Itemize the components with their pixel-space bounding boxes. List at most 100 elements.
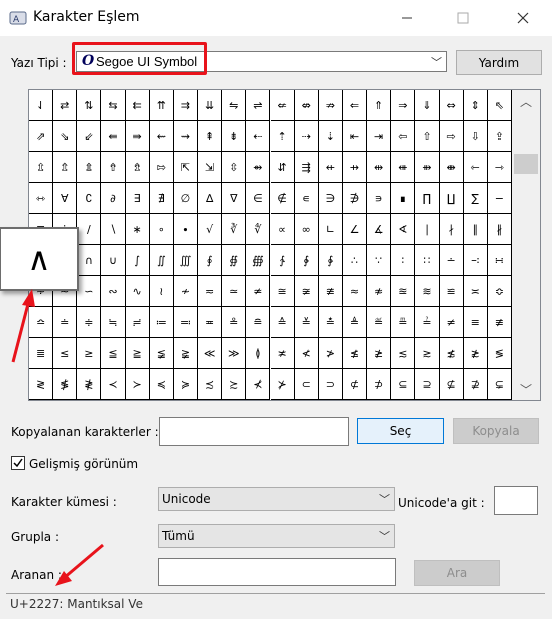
character-cell[interactable]: ≨ <box>149 338 174 369</box>
character-cell[interactable]: ⇌ <box>246 90 271 121</box>
help-button[interactable]: Yardım <box>456 50 542 75</box>
select-button[interactable]: Seç <box>357 418 444 444</box>
scroll-up-icon[interactable]: ︿ <box>512 90 540 112</box>
character-cell[interactable]: ∲ <box>294 245 319 276</box>
character-cell[interactable]: ∁ <box>77 183 102 214</box>
grid-scrollbar[interactable]: ︿ ﹀ <box>512 90 540 400</box>
character-cell[interactable]: ≸ <box>53 369 78 400</box>
character-cell[interactable]: ∦ <box>487 214 512 245</box>
character-cell[interactable]: ⊂ <box>294 369 319 400</box>
character-cell[interactable]: ⇧ <box>415 121 440 152</box>
character-cell[interactable]: ∛ <box>222 214 247 245</box>
character-cell[interactable]: ≘ <box>246 307 271 338</box>
character-cell[interactable]: ≑ <box>77 307 102 338</box>
character-cell[interactable]: ∫ <box>125 245 150 276</box>
character-cell[interactable]: ≪ <box>198 338 223 369</box>
character-cell[interactable]: ⇓ <box>415 90 440 121</box>
character-cell[interactable]: ∱ <box>270 245 295 276</box>
character-cell[interactable]: ⇇ <box>125 90 150 121</box>
character-cell[interactable]: ∢ <box>391 214 416 245</box>
character-cell[interactable]: ≳ <box>415 338 440 369</box>
character-cell[interactable]: ≎ <box>487 276 512 307</box>
character-cell[interactable]: ∉ <box>270 183 295 214</box>
copy-button[interactable]: Kopyala <box>453 418 539 444</box>
character-cell[interactable]: ⇫ <box>29 152 54 183</box>
character-cell[interactable]: ∖ <box>101 214 126 245</box>
search-button[interactable]: Ara <box>414 560 500 586</box>
character-cell[interactable]: ∃ <box>125 183 150 214</box>
character-cell[interactable]: ≚ <box>294 307 319 338</box>
character-cell[interactable]: ≛ <box>318 307 343 338</box>
character-cell[interactable]: ≱ <box>367 338 392 369</box>
character-cell[interactable]: ⇮ <box>101 152 126 183</box>
character-cell[interactable]: ⇖ <box>487 90 512 121</box>
character-cell[interactable]: ∘ <box>149 214 174 245</box>
character-cell[interactable]: ⇟ <box>222 121 247 152</box>
character-cell[interactable]: ∿ <box>125 276 150 307</box>
character-cell[interactable]: ∶ <box>391 245 416 276</box>
character-cell[interactable]: ≋ <box>415 276 440 307</box>
character-cell[interactable]: ⇯ <box>125 152 150 183</box>
character-cell[interactable]: ≻ <box>125 369 150 400</box>
character-cell[interactable]: ≠ <box>439 307 464 338</box>
character-cell[interactable]: ≰ <box>342 338 368 369</box>
character-cell[interactable]: ⇾ <box>487 152 512 183</box>
character-cell[interactable]: ⇻ <box>415 152 440 183</box>
character-cell[interactable]: ∕ <box>77 214 102 245</box>
character-cell[interactable]: ⊈ <box>439 369 464 400</box>
scroll-thumb[interactable] <box>514 154 538 174</box>
character-cell[interactable]: ⇹ <box>367 152 392 183</box>
character-cell[interactable]: ⇠ <box>246 121 271 152</box>
character-cell[interactable]: ≶ <box>487 338 512 369</box>
character-cell[interactable]: ≒ <box>101 307 126 338</box>
character-cell[interactable]: ⇷ <box>318 152 343 183</box>
character-cell[interactable]: ≂ <box>198 276 223 307</box>
character-cell[interactable]: ≙ <box>270 307 295 338</box>
character-cell[interactable]: ≌ <box>439 276 464 307</box>
character-cell[interactable]: ≹ <box>77 369 102 400</box>
character-cell[interactable]: ≍ <box>463 276 488 307</box>
character-cell[interactable]: ⊊ <box>487 369 512 400</box>
character-cell[interactable]: ∙ <box>173 214 199 245</box>
character-cell[interactable]: ∝ <box>270 214 295 245</box>
character-cell[interactable]: ∺ <box>487 245 512 276</box>
character-cell[interactable]: ⊃ <box>318 369 343 400</box>
goto-unicode-input[interactable] <box>494 486 538 515</box>
character-cell[interactable]: ⇤ <box>342 121 368 152</box>
character-cell[interactable]: ∗ <box>125 214 150 245</box>
character-cell[interactable]: ⇏ <box>318 90 343 121</box>
character-cell[interactable]: ∮ <box>198 245 223 276</box>
character-cell[interactable]: ∅ <box>173 183 199 214</box>
group-select[interactable]: Tümü ﹀ <box>158 524 395 548</box>
character-cell[interactable]: ⇛ <box>125 121 150 152</box>
character-cell[interactable]: ≫ <box>222 338 247 369</box>
character-cell[interactable]: ≐ <box>53 307 78 338</box>
character-cell[interactable]: ⇈ <box>149 90 174 121</box>
character-cell[interactable]: ≀ <box>149 276 174 307</box>
character-cell[interactable]: ⇐ <box>342 90 368 121</box>
character-cell[interactable]: ≓ <box>125 307 150 338</box>
character-cell[interactable]: ⇽ <box>463 152 488 183</box>
character-cell[interactable]: ⇃ <box>29 90 54 121</box>
character-cell[interactable]: ∈ <box>246 183 271 214</box>
character-cell[interactable]: ≡ <box>463 307 488 338</box>
character-cell[interactable]: ∰ <box>246 245 271 276</box>
character-cell[interactable]: ⇥ <box>367 121 392 152</box>
character-cell[interactable]: ≤ <box>53 338 78 369</box>
character-cell[interactable]: ⇦ <box>391 121 416 152</box>
character-cell[interactable]: ⇑ <box>367 90 392 121</box>
character-cell[interactable]: ⇗ <box>29 121 54 152</box>
character-cell[interactable]: ⊅ <box>367 369 392 400</box>
character-cell[interactable]: ⇉ <box>173 90 199 121</box>
character-cell[interactable]: ⇢ <box>294 121 319 152</box>
character-cell[interactable]: ⊄ <box>342 369 368 400</box>
character-cell[interactable]: ≞ <box>391 307 416 338</box>
character-cell[interactable]: ∥ <box>463 214 488 245</box>
character-cell[interactable]: ∡ <box>367 214 392 245</box>
character-cell[interactable]: ⇶ <box>294 152 319 183</box>
character-cell[interactable]: ⇲ <box>198 152 223 183</box>
character-cell[interactable]: ≧ <box>125 338 150 369</box>
character-cell[interactable]: ⇼ <box>439 152 464 183</box>
character-cell[interactable]: ⇆ <box>101 90 126 121</box>
character-cell[interactable]: ⇙ <box>77 121 102 152</box>
